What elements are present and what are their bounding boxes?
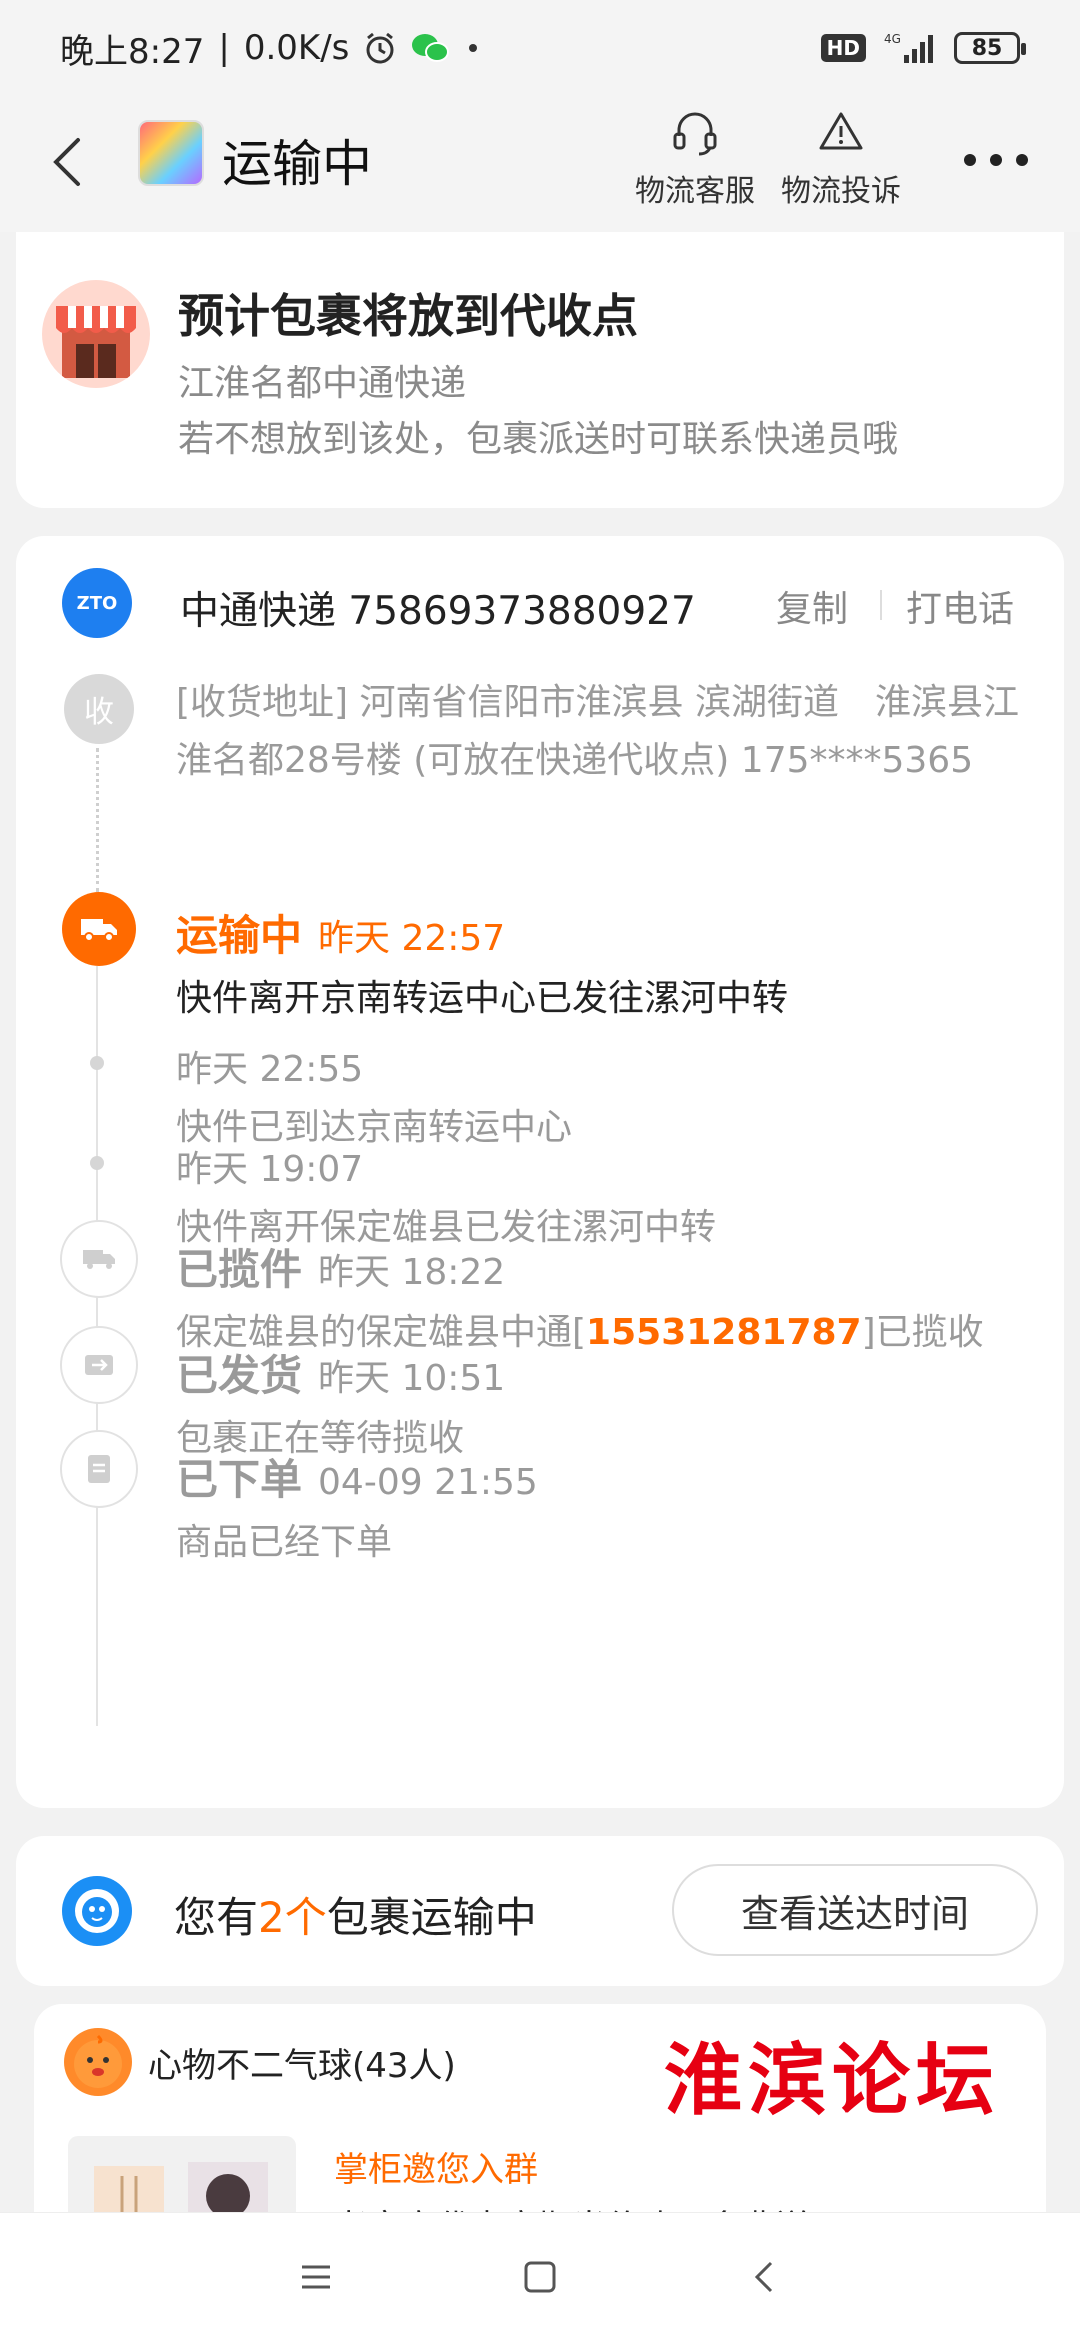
divider xyxy=(880,590,882,620)
watermark-text: 淮滨论坛 xyxy=(664,2035,1001,2126)
page-title: 运输中 xyxy=(222,135,372,193)
pickup-hint: 若不想放到该处，包裹派送时可联系快递员哦 xyxy=(178,419,899,460)
system-back-button[interactable] xyxy=(736,2249,792,2305)
shipped-node xyxy=(60,1326,138,1404)
picked-up-node xyxy=(60,1220,138,1298)
home-button[interactable] xyxy=(512,2249,568,2305)
notification-dot-icon xyxy=(463,38,483,58)
back-button[interactable] xyxy=(36,130,100,194)
event-status: 已揽件 xyxy=(176,1245,303,1294)
logistics-service-label: 物流客服 xyxy=(635,174,755,209)
zto-logo-icon: ZTO xyxy=(62,568,132,638)
system-nav-bar xyxy=(0,2212,1080,2340)
battery-indicator: 85 xyxy=(954,32,1026,64)
status-bar: 晚上8:27 | 0.0K/s HD 4G 85 xyxy=(0,0,1080,96)
tracking-code: 75869373880927 xyxy=(348,589,696,634)
view-delivery-time-button[interactable]: 查看送达时间 xyxy=(672,1864,1038,1956)
logistics-complaint-label: 物流投诉 xyxy=(781,174,901,209)
event-time: 昨天 22:55 xyxy=(176,1049,364,1090)
group-name: 心物不二气球(43人) xyxy=(148,2046,456,2086)
in-transit-node xyxy=(62,892,136,966)
event-picked-up: 已揽件 昨天 18:22 保定雄县的保定雄县中通[15531281787]已揽收 xyxy=(176,1236,1036,1355)
timeline-line xyxy=(96,748,99,892)
logistics-service-button[interactable]: 物流客服 xyxy=(630,106,760,210)
menu-button[interactable] xyxy=(288,2249,344,2305)
copy-button[interactable]: 复制 xyxy=(776,580,848,632)
event-time: 昨天 10:51 xyxy=(318,1358,506,1399)
more-dot-icon xyxy=(990,154,1002,166)
alarm-icon xyxy=(363,31,397,65)
event-ordered: 已下单 04-09 21:55 商品已经下单 xyxy=(176,1446,1036,1565)
package-count: 2个 xyxy=(258,1893,327,1942)
pickup-title: 预计包裹将放到代收点 xyxy=(178,289,638,343)
menu-icon xyxy=(302,2265,330,2289)
wechat-icon xyxy=(411,32,450,64)
event-time: 昨天 19:07 xyxy=(176,1149,364,1190)
cainiao-bird-icon xyxy=(62,1876,132,1946)
call-button[interactable]: 打电话 xyxy=(906,580,1014,632)
invite-title: 掌柜邀您入群 xyxy=(334,2150,538,2190)
headset-icon xyxy=(673,112,717,156)
shop-thumbnail[interactable] xyxy=(138,120,204,186)
more-dot-icon xyxy=(1016,154,1028,166)
tracking-number: 中通快递 75869373880927 xyxy=(180,580,696,636)
status-time: 晚上8:27 xyxy=(60,31,205,72)
more-dot-icon xyxy=(964,154,976,166)
truck-icon xyxy=(81,919,117,942)
back-arrow-icon xyxy=(754,2261,773,2293)
pickup-location: 江淮名都中通快递 xyxy=(178,363,467,404)
top-nav: 运输中 物流客服 物流投诉 xyxy=(0,96,1080,232)
home-square-icon xyxy=(524,2261,556,2293)
network-speed: 0.0K/s xyxy=(243,28,350,68)
chevron-left-icon xyxy=(53,138,80,186)
truck-icon xyxy=(83,1250,115,1269)
logistics-complaint-button[interactable]: 物流投诉 xyxy=(776,106,906,210)
signal-icon: 4G xyxy=(882,31,938,65)
event-status: 已发货 xyxy=(176,1351,303,1400)
shipment-card: ZTO 中通快递 75869373880927 复制 打电话 收 [收货地址] … xyxy=(16,536,1064,1808)
ordered-node xyxy=(60,1430,138,1508)
event-status: 运输中 xyxy=(176,911,303,960)
box-send-icon xyxy=(85,1355,113,1375)
event-shipped: 已发货 昨天 10:51 包裹正在等待揽收 xyxy=(176,1342,1036,1461)
packages-summary: 您有2个包裹运输中 xyxy=(174,1893,537,1942)
event-in-transit: 运输中 昨天 22:57 快件离开京南转运中心已发往漯河中转 xyxy=(176,902,1036,1021)
event-desc: 商品已经下单 xyxy=(176,1522,393,1563)
warning-icon xyxy=(819,112,863,150)
receive-address-badge: 收 xyxy=(64,674,134,744)
event-arrived-hub: 昨天 22:55 快件已到达京南转运中心 xyxy=(176,1040,1036,1150)
timeline-dot xyxy=(90,1156,104,1170)
event-desc: 快件离开京南转运中心已发往漯河中转 xyxy=(176,978,789,1019)
event-time: 04-09 21:55 xyxy=(318,1462,538,1503)
packages-card: 您有2个包裹运输中 查看送达时间 xyxy=(16,1836,1064,1986)
group-avatar xyxy=(64,2028,132,2096)
hd-badge: HD xyxy=(820,34,866,62)
order-document-icon xyxy=(88,1455,110,1483)
receive-address: [收货地址] 河南省信阳市淮滨县 滨湖街道 淮滨县江淮名都28号楼 (可放在快递… xyxy=(176,682,1019,781)
more-menu-button[interactable] xyxy=(964,140,1028,180)
timeline-dot xyxy=(90,1056,104,1070)
event-left-xiongxian: 昨天 19:07 快件离开保定雄县已发往漯河中转 xyxy=(176,1140,1036,1250)
carrier-name: 中通快递 xyxy=(180,589,337,634)
event-status: 已下单 xyxy=(176,1455,303,1504)
event-time: 昨天 18:22 xyxy=(318,1252,506,1293)
event-time: 昨天 22:57 xyxy=(318,918,506,959)
pickup-notice-card: 预计包裹将放到代收点 江淮名都中通快递 若不想放到该处，包裹派送时可联系快递员哦 xyxy=(16,232,1064,508)
svg-text:4G: 4G xyxy=(884,32,901,46)
store-icon xyxy=(42,280,150,388)
